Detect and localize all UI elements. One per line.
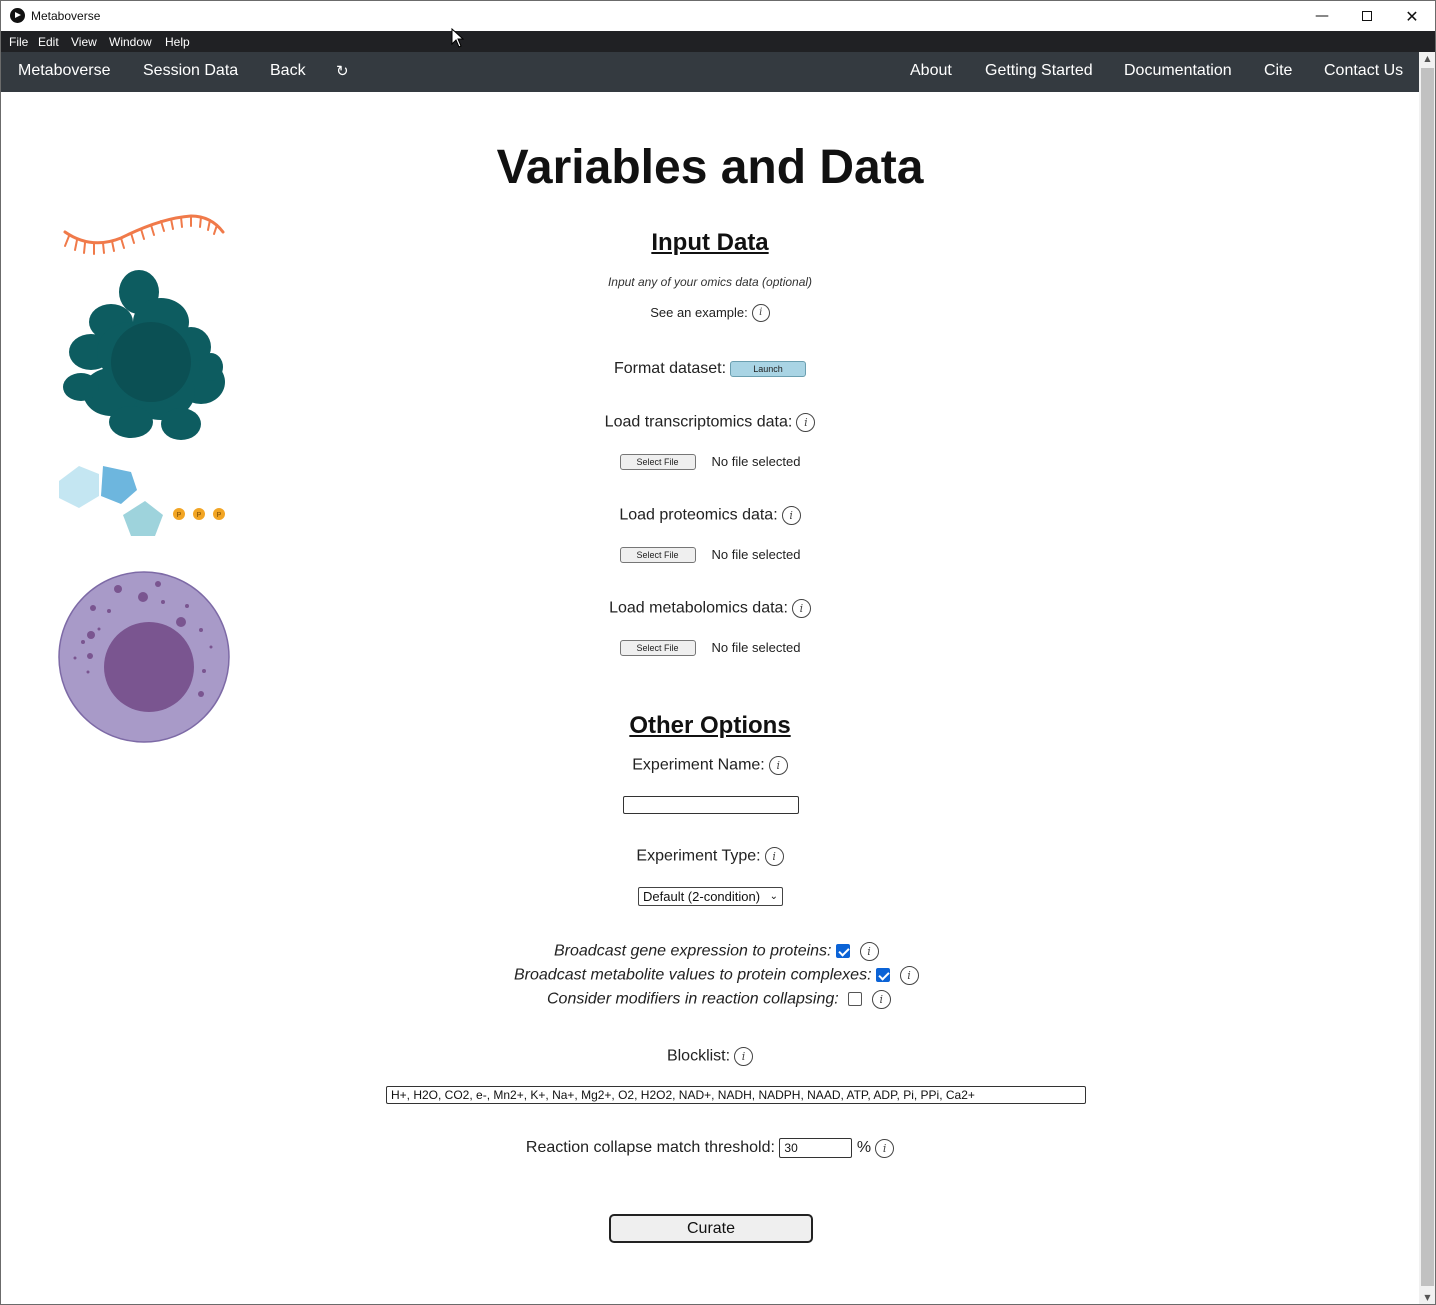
metabolite-shapes-icon: P P P [59, 466, 225, 536]
experiment-type-label: Experiment Type: [636, 847, 761, 865]
experiment-name-row: Experiment Name: i [1, 756, 1419, 775]
experiment-name-label: Experiment Name: [632, 756, 765, 774]
maximize-button[interactable] [1344, 1, 1390, 31]
curate-button[interactable]: Curate [609, 1214, 813, 1243]
blocklist-info-icon[interactable]: i [734, 1047, 754, 1066]
consider-modifiers-checkbox[interactable] [847, 992, 862, 1006]
consider-modifiers-label: Consider modifiers in reaction collapsin… [547, 990, 839, 1008]
broadcast-metabolite-row: Broadcast metabolite values to protein c… [514, 966, 919, 985]
proteomics-row: Load proteomics data: i [1, 506, 1419, 525]
menu-bar: File Edit View Window Help [1, 31, 1435, 52]
metabolomics-label: Load metabolomics data: [609, 599, 788, 617]
transcriptomics-label: Load transcriptomics data: [604, 413, 793, 431]
metabolomics-select-file-button[interactable]: Select File [619, 639, 696, 656]
example-row: See an example: i [1, 304, 1419, 322]
blocklist-input[interactable] [386, 1086, 1086, 1104]
page-title: Variables and Data [496, 141, 924, 194]
window-title: Metaboverse [31, 9, 101, 23]
metabolomics-row: Load metabolomics data: i [1, 599, 1419, 618]
input-data-heading: Input Data [651, 229, 769, 256]
broadcast-gene-label: Broadcast gene expression to proteins: [554, 942, 832, 960]
format-label: Format dataset: [613, 360, 727, 377]
blocklist-label: Blocklist: [666, 1047, 731, 1065]
consider-modifiers-row: Consider modifiers in reaction collapsin… [547, 990, 891, 1009]
maximize-icon [1362, 11, 1372, 21]
scroll-down-icon[interactable]: ▼ [1419, 1291, 1435, 1304]
scrollbar-thumb[interactable] [1421, 68, 1434, 1286]
experiment-type-select[interactable]: Default (2-condition) ⌄ [638, 887, 783, 906]
app-window: Metaboverse — ✕ File Edit View Window He… [0, 0, 1436, 1305]
transcriptomics-file-status: No file selected [711, 454, 801, 470]
nav-contact-us[interactable]: Contact Us [1324, 62, 1403, 80]
scroll-up-icon[interactable]: ▲ [1419, 52, 1435, 66]
main-content: Variables and Data P P P Input Data Inpu… [1, 92, 1419, 1304]
nav-back[interactable]: Back [270, 62, 306, 80]
proteomics-file-row: Select File No file selected [1, 546, 1419, 564]
experiment-name-info-icon[interactable]: i [768, 756, 788, 775]
menu-file[interactable]: File [9, 35, 28, 49]
transcriptomics-row: Load transcriptomics data: i [1, 413, 1419, 432]
broadcast-gene-info-icon[interactable]: i [859, 942, 879, 961]
threshold-label: Reaction collapse match threshold: [525, 1139, 775, 1157]
threshold-info-icon[interactable]: i [875, 1138, 895, 1158]
input-data-subtitle: Input any of your omics data (optional) [607, 275, 813, 289]
example-label: See an example: [650, 305, 748, 321]
nav-metaboverse[interactable]: Metaboverse [18, 62, 111, 80]
broadcast-metabolite-checkbox[interactable] [875, 968, 890, 982]
minimize-button[interactable]: — [1299, 1, 1345, 31]
proteomics-file-status: No file selected [711, 547, 801, 563]
experiment-type-info-icon[interactable]: i [764, 847, 784, 866]
broadcast-gene-checkbox[interactable] [835, 944, 850, 958]
example-info-icon[interactable]: i [751, 304, 770, 322]
blocklist-row: Blocklist: i [1, 1047, 1419, 1066]
broadcast-metabolite-label: Broadcast metabolite values to protein c… [514, 966, 872, 984]
threshold-row: Reaction collapse match threshold: %i [1, 1138, 1419, 1158]
chevron-down-icon: ⌄ [769, 891, 778, 902]
menu-edit[interactable]: Edit [38, 35, 59, 49]
top-navbar: Metaboverse Session Data Back ↻ About Ge… [1, 52, 1419, 92]
threshold-unit: % [856, 1139, 872, 1157]
nav-cite[interactable]: Cite [1264, 62, 1292, 80]
broadcast-metabolite-info-icon[interactable]: i [899, 966, 919, 985]
menu-window[interactable]: Window [109, 35, 152, 49]
launch-button[interactable]: Launch [730, 360, 807, 377]
mouse-cursor-icon [451, 28, 465, 48]
metabolomics-file-row: Select File No file selected [1, 639, 1419, 657]
nav-documentation[interactable]: Documentation [1124, 62, 1232, 80]
nav-getting-started[interactable]: Getting Started [985, 62, 1093, 80]
proteomics-info-icon[interactable]: i [781, 506, 801, 525]
nav-session-data[interactable]: Session Data [143, 62, 238, 80]
other-options-heading: Other Options [629, 712, 791, 739]
threshold-input-wrap [779, 1138, 853, 1158]
consider-modifiers-info-icon[interactable]: i [871, 990, 891, 1009]
proteomics-label: Load proteomics data: [619, 506, 778, 524]
proteomics-select-file-button[interactable]: Select File [619, 546, 696, 563]
title-bar: Metaboverse — ✕ [1, 1, 1435, 31]
transcriptomics-select-file-button[interactable]: Select File [619, 453, 696, 470]
metabolomics-file-status: No file selected [711, 640, 801, 656]
broadcast-gene-row: Broadcast gene expression to proteins: i [554, 942, 879, 961]
vertical-scrollbar[interactable]: ▲ ▼ [1419, 52, 1435, 1304]
close-button[interactable]: ✕ [1389, 1, 1435, 31]
transcriptomics-file-row: Select File No file selected [1, 453, 1419, 471]
experiment-type-value: Default (2-condition) [643, 889, 761, 904]
experiment-type-row: Experiment Type: i [1, 847, 1419, 866]
transcriptomics-info-icon[interactable]: i [796, 413, 816, 432]
menu-view[interactable]: View [71, 35, 97, 49]
experiment-name-input[interactable] [623, 796, 799, 814]
app-logo-icon [10, 8, 25, 23]
metabolomics-info-icon[interactable]: i [791, 599, 811, 618]
menu-help[interactable]: Help [165, 35, 190, 49]
format-row: Format dataset: Launch [1, 360, 1419, 378]
refresh-icon[interactable]: ↻ [336, 62, 349, 80]
threshold-input[interactable] [779, 1138, 853, 1158]
nav-about[interactable]: About [910, 62, 952, 80]
